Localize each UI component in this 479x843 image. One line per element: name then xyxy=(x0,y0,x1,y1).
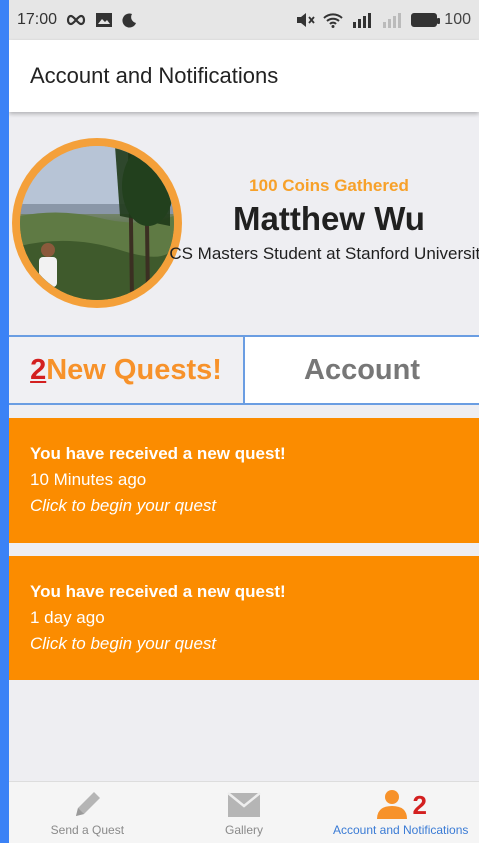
tab-new-quests[interactable]: 2 New Quests! xyxy=(9,337,245,403)
nav-label: Send a Quest xyxy=(50,823,125,837)
nav-label: Gallery xyxy=(225,823,264,837)
battery-icon xyxy=(411,13,441,27)
battery-level: 100 xyxy=(444,11,471,28)
infinity-icon xyxy=(65,14,87,26)
wifi-icon xyxy=(323,12,343,28)
moon-icon xyxy=(121,12,137,28)
tab-bar: 2 New Quests! Account xyxy=(9,335,479,405)
nav-account-notifications[interactable]: 2 Account and Notifications xyxy=(322,782,479,843)
app-frame: 17:00 100 Account and Notifications 100 … xyxy=(9,0,479,843)
new-quests-label: New Quests! xyxy=(46,353,222,386)
envelope-icon xyxy=(227,787,261,823)
signal-icon xyxy=(351,12,373,28)
quest-hint: Click to begin your quest xyxy=(30,496,217,515)
notification-badge: 2 xyxy=(412,789,427,820)
avatar[interactable] xyxy=(12,138,182,308)
quest-title: You have received a new quest! xyxy=(30,582,286,601)
mute-icon xyxy=(295,12,315,28)
page-title: Account and Notifications xyxy=(30,63,279,88)
nav-label: Account and Notifications xyxy=(332,823,469,837)
account-label: Account xyxy=(304,353,420,386)
nav-send-quest[interactable]: Send a Quest xyxy=(9,782,166,843)
profile-name: Matthew Wu xyxy=(233,200,425,237)
quest-time: 10 Minutes ago xyxy=(30,470,147,489)
quest-title: You have received a new quest! xyxy=(30,444,286,463)
coins-count: 100 Coins Gathered xyxy=(249,176,409,195)
pencil-icon xyxy=(70,787,104,823)
battery-indicator: 100 xyxy=(411,11,471,29)
quest-card[interactable]: You have received a new quest! 10 Minute… xyxy=(9,418,479,543)
quest-card[interactable]: You have received a new quest! 1 day ago… xyxy=(9,556,479,680)
profile-info: 100 Coins Gathered Matthew Wu CS Masters… xyxy=(169,176,479,264)
app-bar: Account and Notifications xyxy=(9,40,479,112)
avatar-photo xyxy=(20,146,174,300)
profile-title: CS Masters Student at Stanford Universit… xyxy=(169,244,479,263)
nav-icon-group: 2 xyxy=(374,787,427,823)
status-bar: 17:00 100 xyxy=(9,0,479,40)
signal-weak-icon xyxy=(381,12,403,28)
tab-account[interactable]: Account xyxy=(245,337,479,403)
quest-time: 1 day ago xyxy=(30,608,105,627)
status-time: 17:00 xyxy=(17,11,58,28)
nav-gallery[interactable]: Gallery xyxy=(166,782,323,843)
person-icon xyxy=(374,789,410,822)
image-notification-icon xyxy=(95,12,113,28)
new-quests-count: 2 xyxy=(30,353,47,386)
quest-hint: Click to begin your quest xyxy=(30,634,217,653)
bottom-nav: Send a Quest Gallery 2 Account and Notif… xyxy=(9,781,479,843)
